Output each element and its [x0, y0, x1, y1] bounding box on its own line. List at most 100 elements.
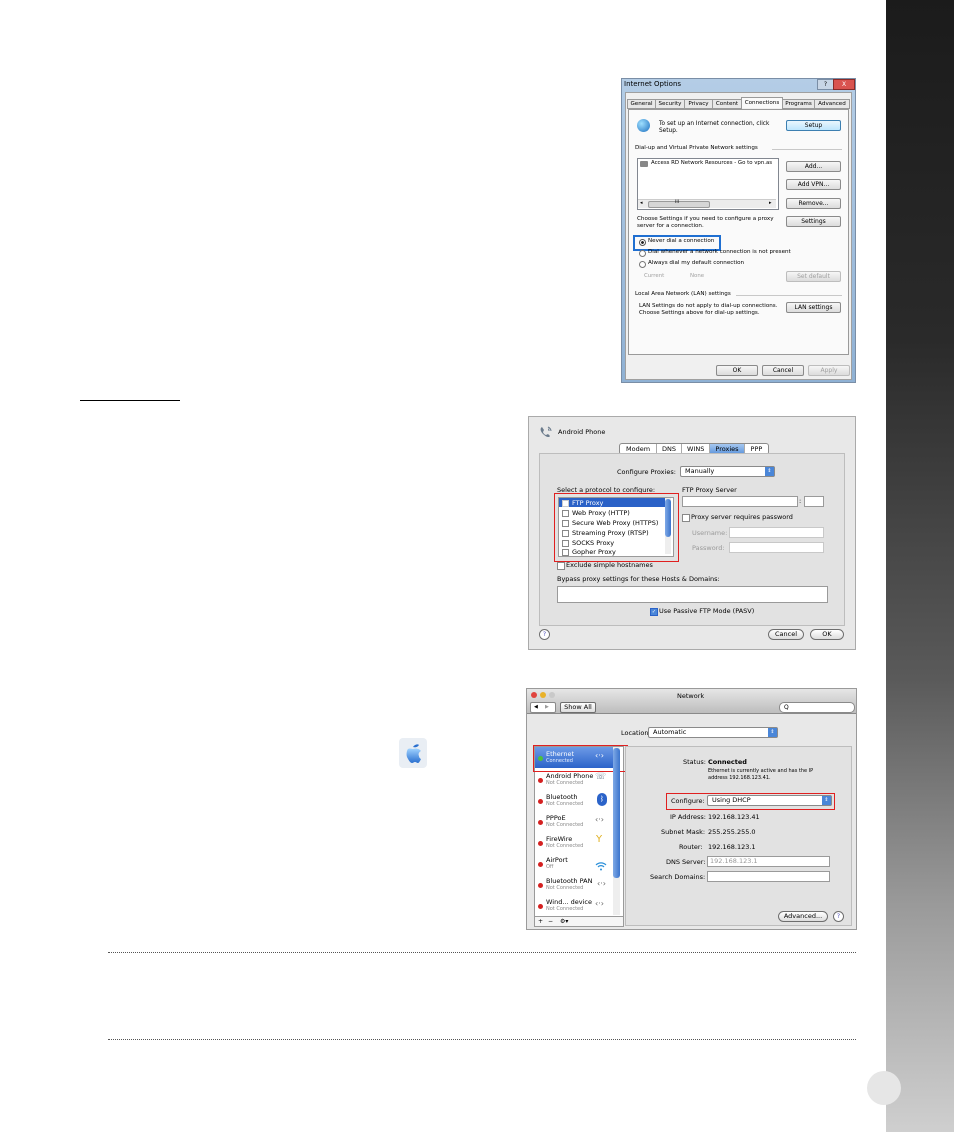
lan-text-line1: LAN Settings do not apply to dial-up con… [639, 303, 778, 309]
protocol-checkbox-gopher[interactable] [562, 549, 569, 556]
back-forward-buttons[interactable]: ◀ ▶ [530, 702, 556, 713]
service-status: Not Connected [546, 843, 584, 849]
router-label: Router: [679, 843, 703, 851]
tab-general[interactable]: General [627, 99, 656, 109]
protocol-checkbox-ftp[interactable] [562, 500, 569, 507]
service-bluetooth-pan[interactable]: Bluetooth PAN Not Connected ‹·› [535, 874, 615, 895]
radio-always-label: Always dial my default connection [648, 260, 745, 266]
bypass-input[interactable] [557, 586, 828, 603]
port-separator: : [799, 497, 802, 505]
tab-content[interactable]: Content [712, 99, 742, 109]
service-status: Not Connected [546, 885, 584, 891]
settings-button[interactable]: Settings [786, 216, 841, 227]
passive-ftp-checkbox[interactable]: ✓ [650, 608, 658, 616]
service-action-menu[interactable]: ⚙▾ [560, 917, 568, 926]
radio-never[interactable] [639, 239, 646, 246]
minimize-window-button[interactable] [540, 692, 546, 698]
password-input[interactable] [729, 542, 824, 553]
ok-button[interactable]: OK [716, 365, 758, 376]
apple-logo-icon [399, 738, 427, 768]
forward-arrow-icon[interactable]: ▶ [545, 703, 549, 712]
ftp-server-input[interactable] [682, 496, 798, 507]
add-service-button[interactable]: + [538, 917, 543, 926]
exclude-simple-checkbox[interactable] [557, 562, 565, 570]
help-title-button[interactable]: ? [817, 79, 834, 90]
search-field[interactable]: Q [779, 702, 855, 713]
service-status: Off [546, 864, 554, 870]
tab-programs[interactable]: Programs [782, 99, 815, 109]
setup-button[interactable]: Setup [786, 120, 841, 131]
radio-whenever[interactable] [639, 250, 646, 257]
status-description-line1: Ethernet is currently active and has the… [708, 768, 814, 774]
protocol-checkbox-rtsp[interactable] [562, 530, 569, 537]
protocol-label-https: Secure Web Proxy (HTTPS) [572, 519, 659, 527]
zoom-window-button[interactable] [549, 692, 555, 698]
scroll-right-arrow[interactable]: ▸ [769, 200, 772, 206]
show-all-button[interactable]: Show All [560, 702, 596, 713]
add-vpn-button[interactable]: Add VPN... [786, 179, 841, 190]
radio-always[interactable] [639, 261, 646, 268]
requires-password-checkbox[interactable] [682, 514, 690, 522]
close-window-button[interactable] [531, 692, 537, 698]
tab-connections[interactable]: Connections [741, 97, 783, 108]
help-button[interactable]: ? [539, 629, 550, 640]
status-label: Status: [683, 758, 706, 766]
protocol-checkbox-socks[interactable] [562, 540, 569, 547]
configure-proxies-popup[interactable]: Manually ⇕ [680, 466, 775, 477]
device-name: Android Phone [558, 428, 606, 436]
service-name: Bluetooth [546, 793, 578, 801]
protocol-label-socks: SOCKS Proxy [572, 539, 615, 547]
service-scroll-thumb[interactable] [613, 748, 620, 878]
tab-advanced[interactable]: Advanced [814, 99, 850, 109]
dialup-group-rule [772, 149, 842, 150]
remove-button[interactable]: Remove... [786, 198, 841, 209]
add-button[interactable]: Add... [786, 161, 841, 172]
lan-settings-button[interactable]: LAN settings [786, 302, 841, 313]
protocol-list-scrollbar[interactable] [665, 498, 671, 554]
vpn-icon [640, 161, 648, 167]
configure-label: Configure: [671, 797, 705, 805]
advanced-button[interactable]: Advanced... [778, 911, 828, 922]
set-default-button[interactable]: Set default [786, 271, 841, 282]
globe-icon [637, 119, 650, 132]
remove-service-button[interactable]: − [548, 917, 553, 926]
scroll-left-arrow[interactable]: ◂ [640, 200, 643, 206]
search-domains-input[interactable] [707, 871, 830, 882]
service-status: Not Connected [546, 822, 584, 828]
proxies-cancel-button[interactable]: Cancel [768, 629, 804, 640]
service-firewire[interactable]: FireWire Not Connected Y [535, 832, 615, 853]
configure-proxies-label: Configure Proxies: [617, 468, 676, 476]
service-bluetooth[interactable]: Bluetooth Not Connected ᛒ [535, 790, 615, 811]
protocol-scroll-thumb[interactable] [665, 499, 671, 537]
service-pppoe[interactable]: PPPoE Not Connected ‹·› [535, 811, 615, 832]
configure-proxies-value: Manually [685, 467, 715, 475]
service-airport[interactable]: AirPort Off [535, 853, 615, 874]
cancel-button[interactable]: Cancel [762, 365, 804, 376]
dns-input[interactable]: 192.168.123.1 [707, 856, 830, 867]
location-popup[interactable]: Automatic ⇕ [648, 727, 778, 738]
protocol-checkbox-http[interactable] [562, 510, 569, 517]
username-input[interactable] [729, 527, 824, 538]
service-wind-device[interactable]: Wind... device Not Connected ‹·› [535, 895, 615, 916]
vpn-hscrollbar[interactable]: ◂ III ▸ [638, 199, 776, 208]
protocol-checkbox-https[interactable] [562, 520, 569, 527]
service-list-scrollbar[interactable] [613, 747, 620, 915]
ftp-port-input[interactable] [804, 496, 824, 507]
scroll-thumb[interactable]: III [648, 200, 710, 208]
close-title-button[interactable]: X [833, 79, 855, 90]
vpn-item[interactable]: Access RD Network Resources - Go to vpn.… [651, 160, 776, 166]
proxies-ok-button[interactable]: OK [810, 629, 844, 640]
pppoe-arrows-icon: ‹·› [595, 815, 604, 824]
apply-button[interactable]: Apply [808, 365, 850, 376]
back-arrow-icon[interactable]: ◀ [534, 703, 538, 712]
internet-options-window: Internet Options ? X General Security Pr… [621, 78, 856, 383]
network-help-button[interactable]: ? [833, 911, 844, 922]
tab-privacy[interactable]: Privacy [684, 99, 713, 109]
tab-security[interactable]: Security [655, 99, 685, 109]
status-dot [538, 883, 543, 888]
dialup-group-label: Dial-up and Virtual Private Network sett… [635, 145, 758, 151]
radio-never-label: Never dial a connection [648, 238, 715, 244]
service-ethernet[interactable]: Ethernet Connected ‹·› [535, 747, 615, 768]
configure-popup[interactable]: Using DHCP ⇕ [707, 795, 832, 806]
service-android-phone[interactable]: Android Phone Not Connected ☏ [535, 769, 615, 790]
